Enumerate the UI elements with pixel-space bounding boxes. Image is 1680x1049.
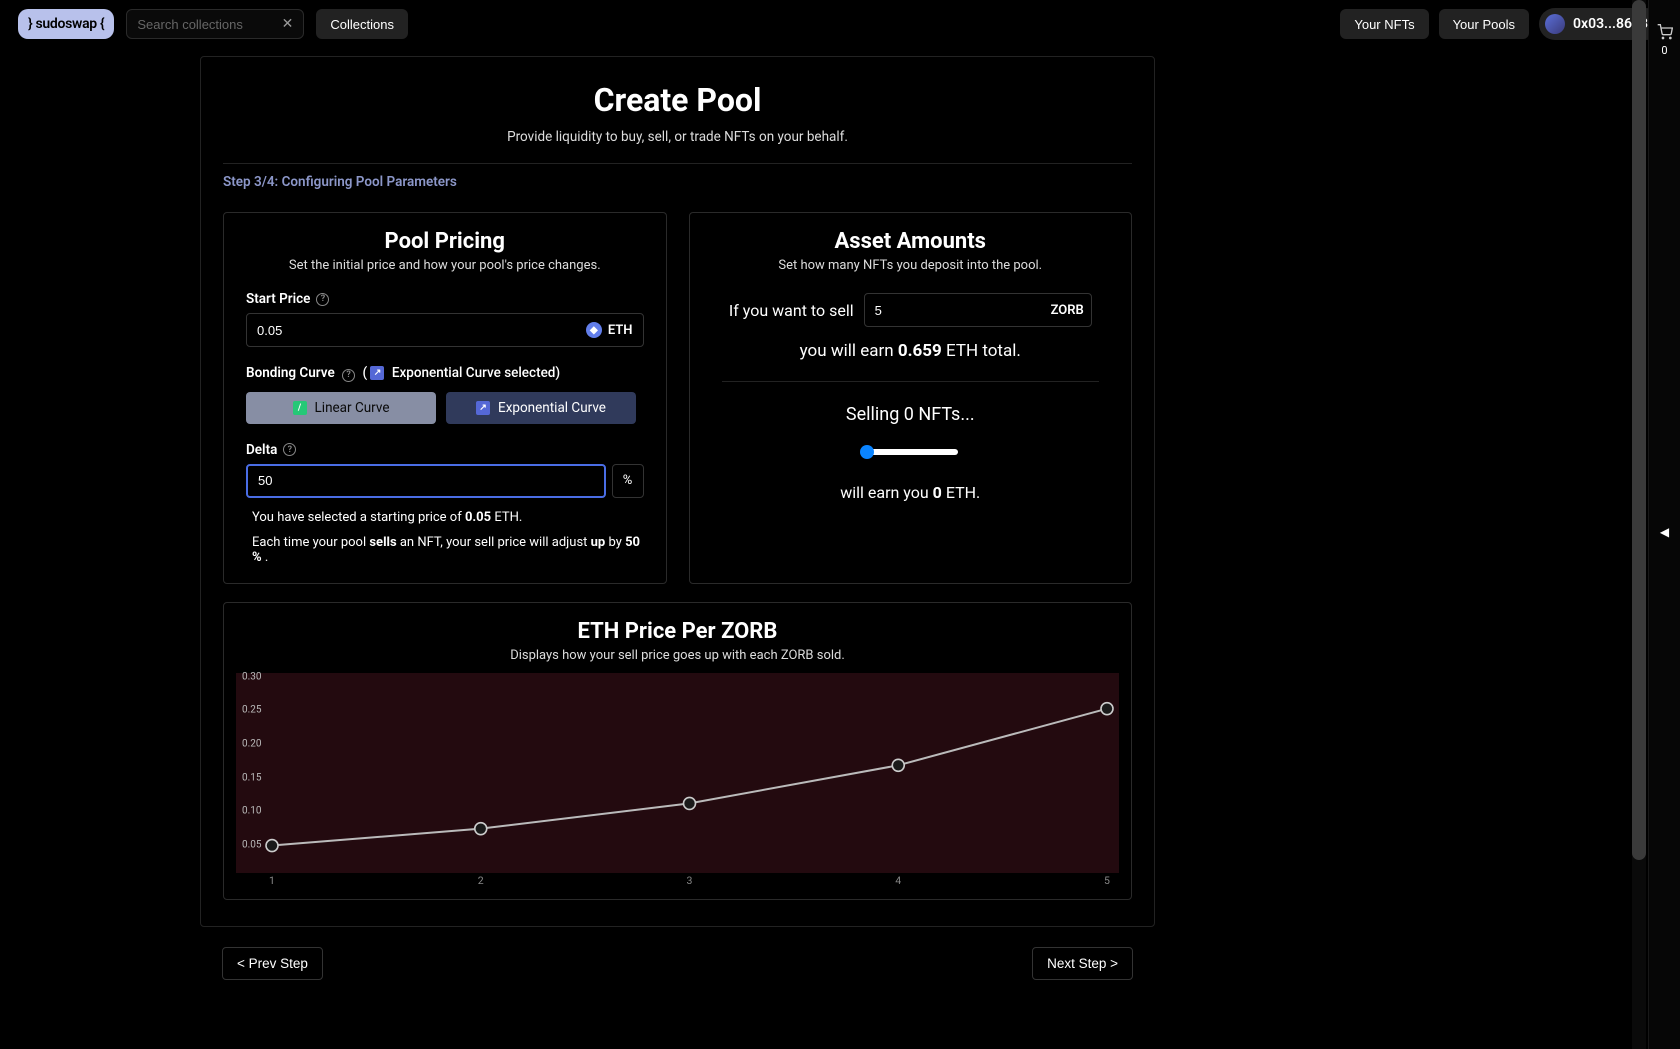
page-subtitle: Provide liquidity to buy, sell, or trade… bbox=[223, 129, 1132, 145]
create-pool-panel: Create Pool Provide liquidity to buy, se… bbox=[200, 56, 1155, 927]
exponential-mini-icon: ↗ bbox=[370, 366, 384, 380]
paren: ( bbox=[362, 365, 367, 381]
search-input[interactable] bbox=[137, 17, 281, 32]
chart-subtitle: Displays how your sell price goes up wit… bbox=[230, 648, 1125, 663]
collections-button[interactable]: Collections bbox=[316, 9, 408, 39]
wallet-avatar-icon bbox=[1545, 14, 1565, 34]
start-price-input-box[interactable]: ◆ ETH bbox=[246, 313, 644, 347]
pool-pricing-card: Pool Pricing Set the initial price and h… bbox=[223, 212, 667, 584]
help-icon[interactable]: ? bbox=[316, 293, 329, 306]
prev-step-button[interactable]: < Prev Step bbox=[222, 947, 323, 980]
sell-amount-input-box[interactable]: ZORB bbox=[864, 293, 1092, 327]
app-header: } sudoswap { ✕ Collections Your NFTs You… bbox=[0, 0, 1680, 48]
divider bbox=[722, 381, 1100, 382]
pricing-info-1: You have selected a starting price of 0.… bbox=[246, 510, 644, 525]
chart-xtick: 3 bbox=[687, 874, 693, 887]
clear-search-icon[interactable]: ✕ bbox=[282, 16, 294, 32]
price-chart-card: ETH Price Per ZORB Displays how your sel… bbox=[223, 602, 1132, 900]
sell-amount-slider[interactable] bbox=[862, 449, 958, 455]
selling-line: Selling 0 NFTs... bbox=[712, 404, 1110, 425]
exponential-curve-label: Exponential Curve bbox=[498, 400, 606, 416]
chart-ytick: 0.05 bbox=[242, 840, 262, 851]
scrollbar-thumb[interactable] bbox=[1632, 0, 1646, 860]
chart-ytick: 0.10 bbox=[242, 806, 262, 817]
chart-xtick: 1 bbox=[269, 874, 275, 887]
start-price-currency: ETH bbox=[608, 323, 633, 338]
page-title: Create Pool bbox=[223, 81, 1132, 119]
chart-ytick: 0.25 bbox=[242, 705, 262, 716]
asset-amounts-title: Asset Amounts bbox=[712, 229, 1110, 254]
bonding-selected-note: Exponential Curve selected bbox=[392, 365, 556, 381]
chart-xtick: 4 bbox=[895, 874, 901, 887]
linear-curve-label: Linear Curve bbox=[315, 400, 390, 416]
linear-curve-toggle[interactable]: / Linear Curve bbox=[246, 392, 436, 424]
pool-pricing-title: Pool Pricing bbox=[246, 229, 644, 254]
chart-ytick: 0.20 bbox=[242, 738, 262, 749]
asset-amounts-card: Asset Amounts Set how many NFTs you depo… bbox=[689, 212, 1133, 584]
help-icon[interactable]: ? bbox=[283, 443, 296, 456]
delta-input[interactable] bbox=[258, 473, 594, 488]
price-chart: 0.050.100.150.200.250.3012345 bbox=[236, 673, 1119, 873]
earn-total-line: you will earn 0.659 ETH total. bbox=[712, 341, 1110, 361]
will-earn-line: will earn you 0 ETH. bbox=[712, 483, 1110, 502]
sudoswap-logo[interactable]: } sudoswap { bbox=[18, 9, 114, 39]
chart-xtick: 5 bbox=[1104, 874, 1110, 887]
delta-unit: % bbox=[612, 464, 644, 498]
eth-icon: ◆ bbox=[586, 322, 602, 338]
sell-token: ZORB bbox=[1051, 303, 1084, 318]
delta-input-box[interactable] bbox=[246, 464, 606, 498]
chart-title: ETH Price Per ZORB bbox=[230, 619, 1125, 644]
help-icon[interactable]: ? bbox=[342, 369, 355, 382]
exponential-mini-icon: ↗ bbox=[476, 401, 490, 415]
cart-icon[interactable] bbox=[1657, 24, 1673, 40]
cart-sidebar[interactable]: 0 ◀ bbox=[1648, 0, 1680, 1049]
search-collections-field[interactable]: ✕ bbox=[126, 9, 304, 39]
exponential-curve-toggle[interactable]: ↗ Exponential Curve bbox=[446, 392, 636, 424]
your-pools-button[interactable]: Your Pools bbox=[1439, 9, 1529, 39]
sell-label: If you want to sell bbox=[729, 301, 854, 320]
chart-xtick: 2 bbox=[478, 874, 484, 887]
bonding-curve-label: Bonding Curve bbox=[246, 365, 335, 381]
linear-mini-icon: / bbox=[293, 401, 307, 415]
start-price-label: Start Price bbox=[246, 291, 310, 307]
your-nfts-button[interactable]: Your NFTs bbox=[1340, 9, 1428, 39]
start-price-input[interactable] bbox=[257, 323, 586, 338]
chart-ytick: 0.15 bbox=[242, 772, 262, 783]
sell-amount-input[interactable] bbox=[875, 303, 1051, 318]
step-indicator: Step 3/4: Configuring Pool Parameters bbox=[223, 174, 1132, 190]
delta-label: Delta bbox=[246, 442, 277, 458]
expand-cart-icon[interactable]: ◀ bbox=[1660, 525, 1669, 539]
divider bbox=[223, 163, 1132, 164]
asset-amounts-subtitle: Set how many NFTs you deposit into the p… bbox=[712, 258, 1110, 273]
paren-close: ) bbox=[555, 365, 560, 381]
slider-thumb[interactable] bbox=[860, 445, 874, 459]
cart-count: 0 bbox=[1661, 44, 1667, 57]
pool-pricing-subtitle: Set the initial price and how your pool'… bbox=[246, 258, 644, 273]
next-step-button[interactable]: Next Step > bbox=[1032, 947, 1133, 980]
pricing-info-2: Each time your pool sells an NFT, your s… bbox=[246, 535, 644, 565]
chart-svg bbox=[236, 673, 1119, 873]
chart-ytick: 0.30 bbox=[242, 671, 262, 682]
